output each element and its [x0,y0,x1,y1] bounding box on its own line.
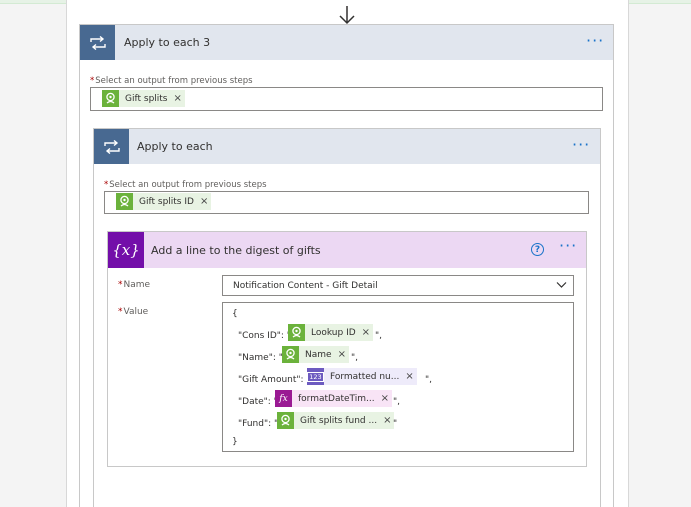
apply-to-each-title: Apply to each [137,140,213,153]
json-open-brace: { [232,309,238,319]
apply-to-each-3-header-content: Apply to each 3 [80,25,210,60]
gift-splits-id-token[interactable]: Gift splits ID × [116,193,212,210]
json-suffix: " [393,419,398,429]
json-suffix: ", [351,353,359,363]
formatted-number-token[interactable]: 123 Formatted nu... × [307,368,417,385]
dynamic-content-icon [102,90,119,107]
name-label: *Name [118,280,151,290]
inner-select-label: *Select an output from previous steps [104,180,267,190]
number-icon: 123 [307,368,324,385]
gift-splits-fund-token[interactable]: Gift splits fund ... × [277,412,395,429]
name-dropdown-value: Notification Content - Gift Detail [233,280,378,291]
json-key-gift-amount: "Gift Amount": " [238,375,311,385]
dynamic-content-icon [282,346,299,363]
apply-to-each-3-menu-button[interactable]: ··· [586,33,604,49]
fx-icon: fx [275,390,292,407]
name-token-label: Name [305,349,332,360]
json-key-cons-id: "Cons ID": " [238,331,291,341]
compose-menu-button[interactable]: ··· [559,238,577,254]
remove-token-icon[interactable]: × [362,327,370,338]
remove-token-icon[interactable]: × [383,415,391,426]
variable-icon: {x} [108,232,144,268]
json-suffix: ", [425,375,433,385]
loop-icon [80,25,115,60]
formatted-number-token-label: Formatted nu... [330,371,400,382]
outer-select-label: *Select an output from previous steps [90,76,253,86]
format-date-time-token-label: formatDateTim... [298,393,375,404]
gift-splits-fund-token-label: Gift splits fund ... [300,415,378,426]
dynamic-content-icon [116,193,133,210]
json-close-brace: } [232,437,238,447]
compose-title: Add a line to the digest of gifts [151,244,321,257]
help-icon[interactable]: ? [531,243,544,256]
json-key-name: "Name": " [238,353,283,363]
loop-icon [94,129,129,164]
lookup-id-token[interactable]: Lookup ID × [288,324,374,341]
flow-arrow-icon [339,6,355,25]
dynamic-content-icon [288,324,305,341]
remove-token-icon[interactable]: × [174,93,182,104]
json-suffix: ", [375,331,383,341]
lookup-id-token-label: Lookup ID [311,327,356,338]
gift-splits-token[interactable]: Gift splits × [102,90,185,107]
gift-splits-id-token-label: Gift splits ID [139,196,194,207]
json-key-date: "Date": " [238,397,278,407]
remove-token-icon[interactable]: × [405,371,413,382]
remove-token-icon[interactable]: × [338,349,346,360]
remove-token-icon[interactable]: × [200,196,208,207]
format-date-time-token[interactable]: fx formatDateTim... × [275,390,393,407]
apply-to-each-menu-button[interactable]: ··· [572,137,590,153]
json-suffix: ", [393,397,401,407]
json-key-fund: "Fund": " [238,419,279,429]
gift-splits-token-label: Gift splits [125,93,168,104]
chevron-down-icon[interactable] [556,281,567,289]
apply-to-each-header-content: Apply to each [94,129,213,164]
name-token[interactable]: Name × [282,346,349,363]
name-dropdown[interactable]: Notification Content - Gift Detail [222,275,574,296]
remove-token-icon[interactable]: × [381,393,389,404]
value-label: *Value [118,307,149,317]
dynamic-content-icon [277,412,294,429]
apply-to-each-3-title: Apply to each 3 [124,36,211,49]
